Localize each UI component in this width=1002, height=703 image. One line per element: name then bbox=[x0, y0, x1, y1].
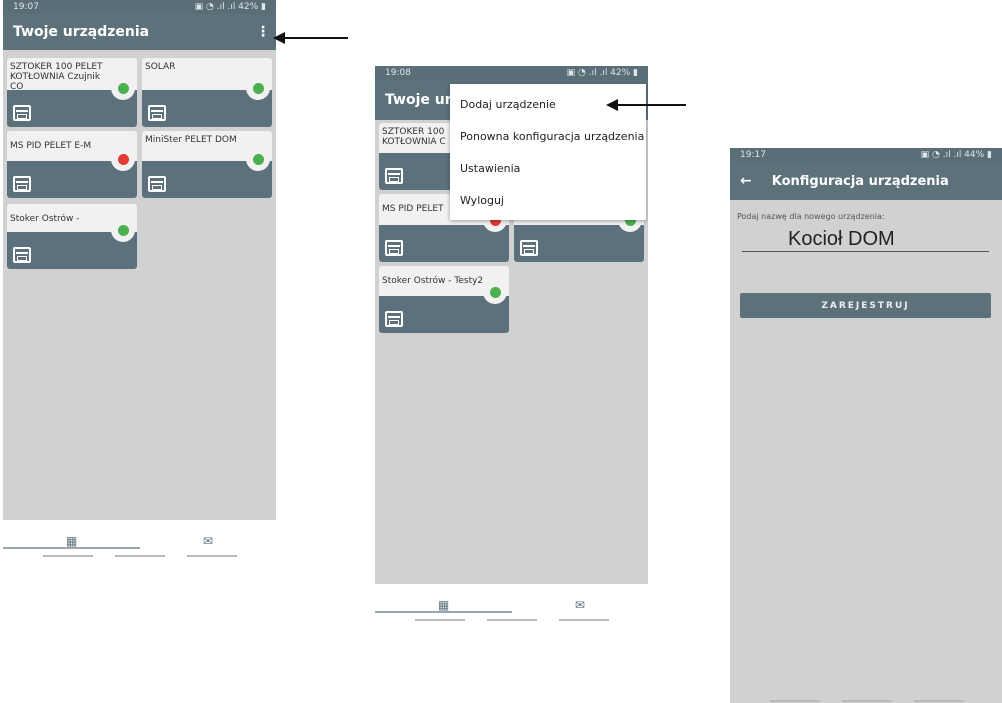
calendar-icon[interactable]: ▦ bbox=[438, 598, 449, 612]
device-tile[interactable]: SOLAR bbox=[142, 58, 272, 127]
calendar-icon[interactable]: ▦ bbox=[66, 534, 77, 548]
status-time: 19:07 bbox=[13, 2, 39, 12]
status-bar: 19:07 ▣ ◔ .ıl .ıl 42% ▮ bbox=[3, 0, 276, 14]
system-nav-line bbox=[914, 700, 964, 702]
status-bar: 19:08 ▣ ◔ .ıl .ıl 42% ▮ bbox=[375, 66, 648, 80]
device-tile[interactable]: Stoker Ostrów - bbox=[7, 204, 137, 269]
system-nav-line bbox=[487, 619, 537, 621]
status-icons: ▣ ◔ .ıl .ıl 42% ▮ bbox=[566, 68, 638, 78]
system-nav-line bbox=[43, 555, 93, 557]
status-ok-icon bbox=[111, 218, 135, 242]
app-bar: Twoje urządzenia ⋮ bbox=[3, 14, 276, 50]
status-ok-icon bbox=[246, 76, 270, 100]
mail-icon[interactable]: ✉ bbox=[203, 534, 213, 548]
device-tile[interactable]: MS PID PELET E-M bbox=[7, 131, 137, 198]
field-label: Podaj nazwę dla nowego urządzenia: bbox=[737, 212, 885, 221]
system-nav-line bbox=[115, 555, 165, 557]
stove-icon bbox=[148, 176, 166, 192]
back-arrow-icon[interactable]: ← bbox=[740, 173, 752, 189]
status-time: 19:08 bbox=[385, 68, 411, 78]
page-title: Konfiguracja urządzenia bbox=[771, 173, 949, 189]
stove-icon bbox=[385, 311, 403, 327]
device-name-value: Kocioł DOM bbox=[788, 228, 895, 250]
device-name: Stoker Ostrów - bbox=[10, 214, 80, 224]
status-icons: ▣ ◔ .ıl .ıl 44% ▮ bbox=[920, 150, 992, 160]
page-title: Twoje urz bbox=[385, 92, 460, 108]
status-bar: 19:17 ▣ ◔ .ıl .ıl 44% ▮ bbox=[730, 148, 1002, 162]
active-tab-indicator bbox=[375, 611, 512, 613]
device-tile[interactable]: Stoker Ostrów - Testy2 bbox=[379, 266, 509, 333]
system-nav-line bbox=[842, 700, 892, 702]
menu-item-settings[interactable]: Ustawienia bbox=[450, 152, 646, 184]
app-bar: ← Konfiguracja urządzenia bbox=[730, 162, 1002, 200]
arrow-annotation bbox=[606, 99, 686, 111]
device-name: Stoker Ostrów - Testy2 bbox=[382, 276, 484, 286]
stove-icon bbox=[385, 168, 403, 184]
device-tile[interactable]: MiniSter PELET DOM bbox=[142, 131, 272, 198]
stove-icon bbox=[385, 240, 403, 256]
stove-icon bbox=[148, 105, 166, 121]
mail-icon[interactable]: ✉ bbox=[575, 598, 585, 612]
status-ok-icon bbox=[246, 147, 270, 171]
stove-icon bbox=[13, 105, 31, 121]
system-nav-line bbox=[415, 619, 465, 621]
status-icons: ▣ ◔ .ıl .ıl 42% ▮ bbox=[194, 2, 266, 12]
device-name: MiniSter PELET DOM bbox=[145, 135, 237, 145]
menu-item-reconfigure[interactable]: Ponowna konfiguracja urządzenia bbox=[450, 120, 646, 152]
status-time: 19:17 bbox=[740, 150, 766, 160]
active-tab-indicator bbox=[3, 547, 140, 549]
screen-menu-open: 19:08 ▣ ◔ .ıl .ıl 42% ▮ Twoje urz SZTOKE… bbox=[375, 66, 648, 626]
system-nav-line bbox=[770, 700, 820, 702]
system-nav-line bbox=[559, 619, 609, 621]
stove-icon bbox=[520, 240, 538, 256]
arrow-annotation bbox=[273, 32, 348, 44]
device-tile[interactable]: SZTOKER 100 PELET KOTŁOWNIA Czujnik CO bbox=[7, 58, 137, 127]
device-name-input[interactable]: Kocioł DOM bbox=[742, 228, 989, 252]
menu-item-logout[interactable]: Wyloguj bbox=[450, 184, 646, 216]
status-ok-icon bbox=[111, 76, 135, 100]
device-name: SOLAR bbox=[145, 62, 176, 72]
device-name: MS PID PELET E-M bbox=[10, 141, 92, 151]
device-name: SZTOKER 100 PELET KOTŁOWNIA Czujnik CO bbox=[10, 62, 103, 92]
stove-icon bbox=[13, 247, 31, 263]
system-nav-line bbox=[187, 555, 237, 557]
stove-icon bbox=[13, 176, 31, 192]
screen-device-config: 19:17 ▣ ◔ .ıl .ıl 44% ▮ ← Konfiguracja u… bbox=[730, 148, 1002, 703]
status-error-icon bbox=[111, 147, 135, 171]
page-title: Twoje urządzenia bbox=[13, 24, 150, 40]
status-ok-icon bbox=[483, 280, 507, 304]
register-button[interactable]: ZAREJESTRUJ bbox=[740, 293, 991, 318]
screen-device-list: 19:07 ▣ ◔ .ıl .ıl 42% ▮ Twoje urządzenia… bbox=[3, 0, 276, 562]
